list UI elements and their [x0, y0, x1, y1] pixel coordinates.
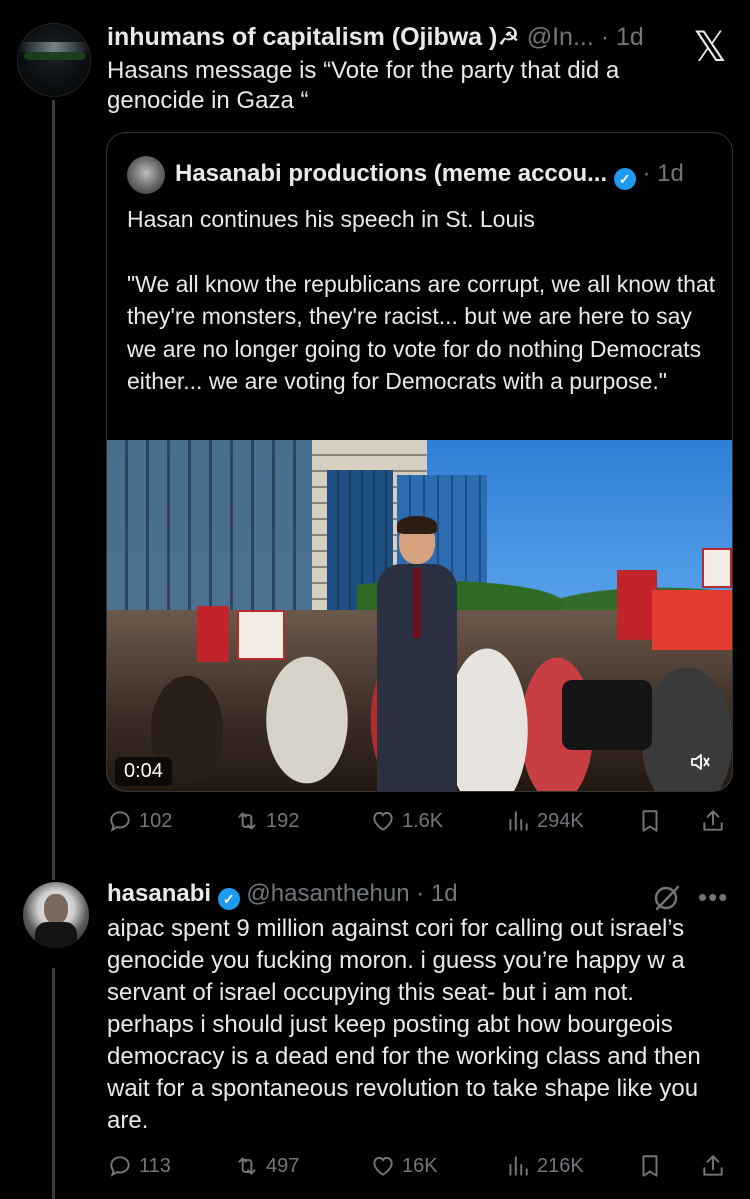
timestamp[interactable]: 1d: [431, 880, 458, 907]
views-button[interactable]: 216K: [505, 1153, 584, 1179]
views-chart-icon: [505, 808, 531, 834]
video-timestamp: 0:04: [115, 757, 172, 786]
video-media[interactable]: 0:04: [107, 440, 732, 791]
views-button[interactable]: 294K: [505, 808, 584, 834]
display-name[interactable]: inhumans of capitalism (Ojibwa ): [107, 23, 497, 51]
quote-paragraph: "We all know the republicans are corrupt…: [127, 270, 716, 395]
reply-icon: [107, 1153, 133, 1179]
repost-icon: [234, 808, 260, 834]
verified-badge-icon: ✓: [613, 168, 636, 190]
like-button[interactable]: 1.6K: [370, 808, 443, 834]
quote-display-name: Hasanabi productions (meme accou...: [175, 160, 608, 187]
like-count: 16K: [402, 1154, 438, 1177]
share-button[interactable]: [700, 808, 726, 834]
like-count: 1.6K: [402, 809, 444, 832]
tweet-actions: 113 497 16K 216K: [107, 1153, 732, 1183]
heart-icon: [370, 1153, 396, 1179]
repost-count: 192: [266, 809, 300, 832]
display-name[interactable]: hasanabi: [107, 880, 211, 907]
tweet-actions: 102 192 1.6K 294K: [107, 808, 732, 838]
views-chart-icon: [505, 1153, 531, 1179]
avatar[interactable]: [23, 882, 89, 948]
share-button[interactable]: [700, 1153, 726, 1179]
reply-count: 113: [139, 1154, 171, 1177]
view-count: 216K: [537, 1154, 584, 1177]
like-button[interactable]: 16K: [370, 1153, 438, 1179]
quote-avatar: [127, 156, 165, 194]
bookmark-button[interactable]: [637, 808, 663, 834]
avatar-image: [18, 42, 90, 52]
reply-icon: [107, 808, 133, 834]
bookmark-icon: [637, 808, 663, 834]
verified-badge-icon: ✓: [217, 888, 240, 910]
timestamp[interactable]: 1d: [616, 23, 644, 51]
tweet-text: Hasans message is “Vote for the party th…: [107, 57, 620, 114]
avatar[interactable]: [17, 23, 91, 97]
grok-icon[interactable]: [651, 882, 683, 914]
repost-icon: [234, 1153, 260, 1179]
mute-icon[interactable]: [680, 742, 720, 782]
quote-text: Hasan continues his speech in St. Louis …: [127, 203, 717, 430]
share-icon: [700, 808, 726, 834]
thread-connector-line: [52, 100, 55, 880]
repost-count: 497: [266, 1154, 300, 1177]
repost-button[interactable]: 192: [234, 808, 299, 834]
heart-icon: [370, 808, 396, 834]
name-emoji: ☭: [497, 23, 520, 51]
view-count: 294K: [537, 809, 584, 832]
tweet-header: inhumans of capitalism (Ojibwa )☭ @In...…: [107, 22, 644, 52]
reply-button[interactable]: 113: [107, 1153, 171, 1179]
media-speaker: [362, 516, 472, 791]
bookmark-button[interactable]: [637, 1153, 663, 1179]
tweet-text: aipac spent 9 million against cori for c…: [107, 915, 701, 1134]
user-handle[interactable]: @hasanthehun: [246, 880, 409, 907]
more-options-icon[interactable]: •••: [698, 882, 728, 913]
quote-tweet-card[interactable]: Hasanabi productions (meme accou... ✓ · …: [106, 132, 733, 792]
share-icon: [700, 1153, 726, 1179]
quote-timestamp: 1d: [657, 160, 684, 187]
bookmark-icon: [637, 1153, 663, 1179]
repost-button[interactable]: 497: [234, 1153, 299, 1179]
user-handle[interactable]: @In...: [527, 23, 594, 51]
thread-connector-line-bottom: [52, 968, 55, 1199]
quote-paragraph: Hasan continues his speech in St. Louis: [127, 206, 535, 232]
reply-count: 102: [139, 809, 173, 832]
tweet-header: hasanabi ✓ @hasanthehun · 1d: [107, 880, 458, 910]
quote-header: Hasanabi productions (meme accou... ✓ · …: [175, 160, 684, 190]
reply-button[interactable]: 102: [107, 808, 172, 834]
media-building: [107, 440, 327, 630]
separator: ·: [600, 23, 610, 51]
